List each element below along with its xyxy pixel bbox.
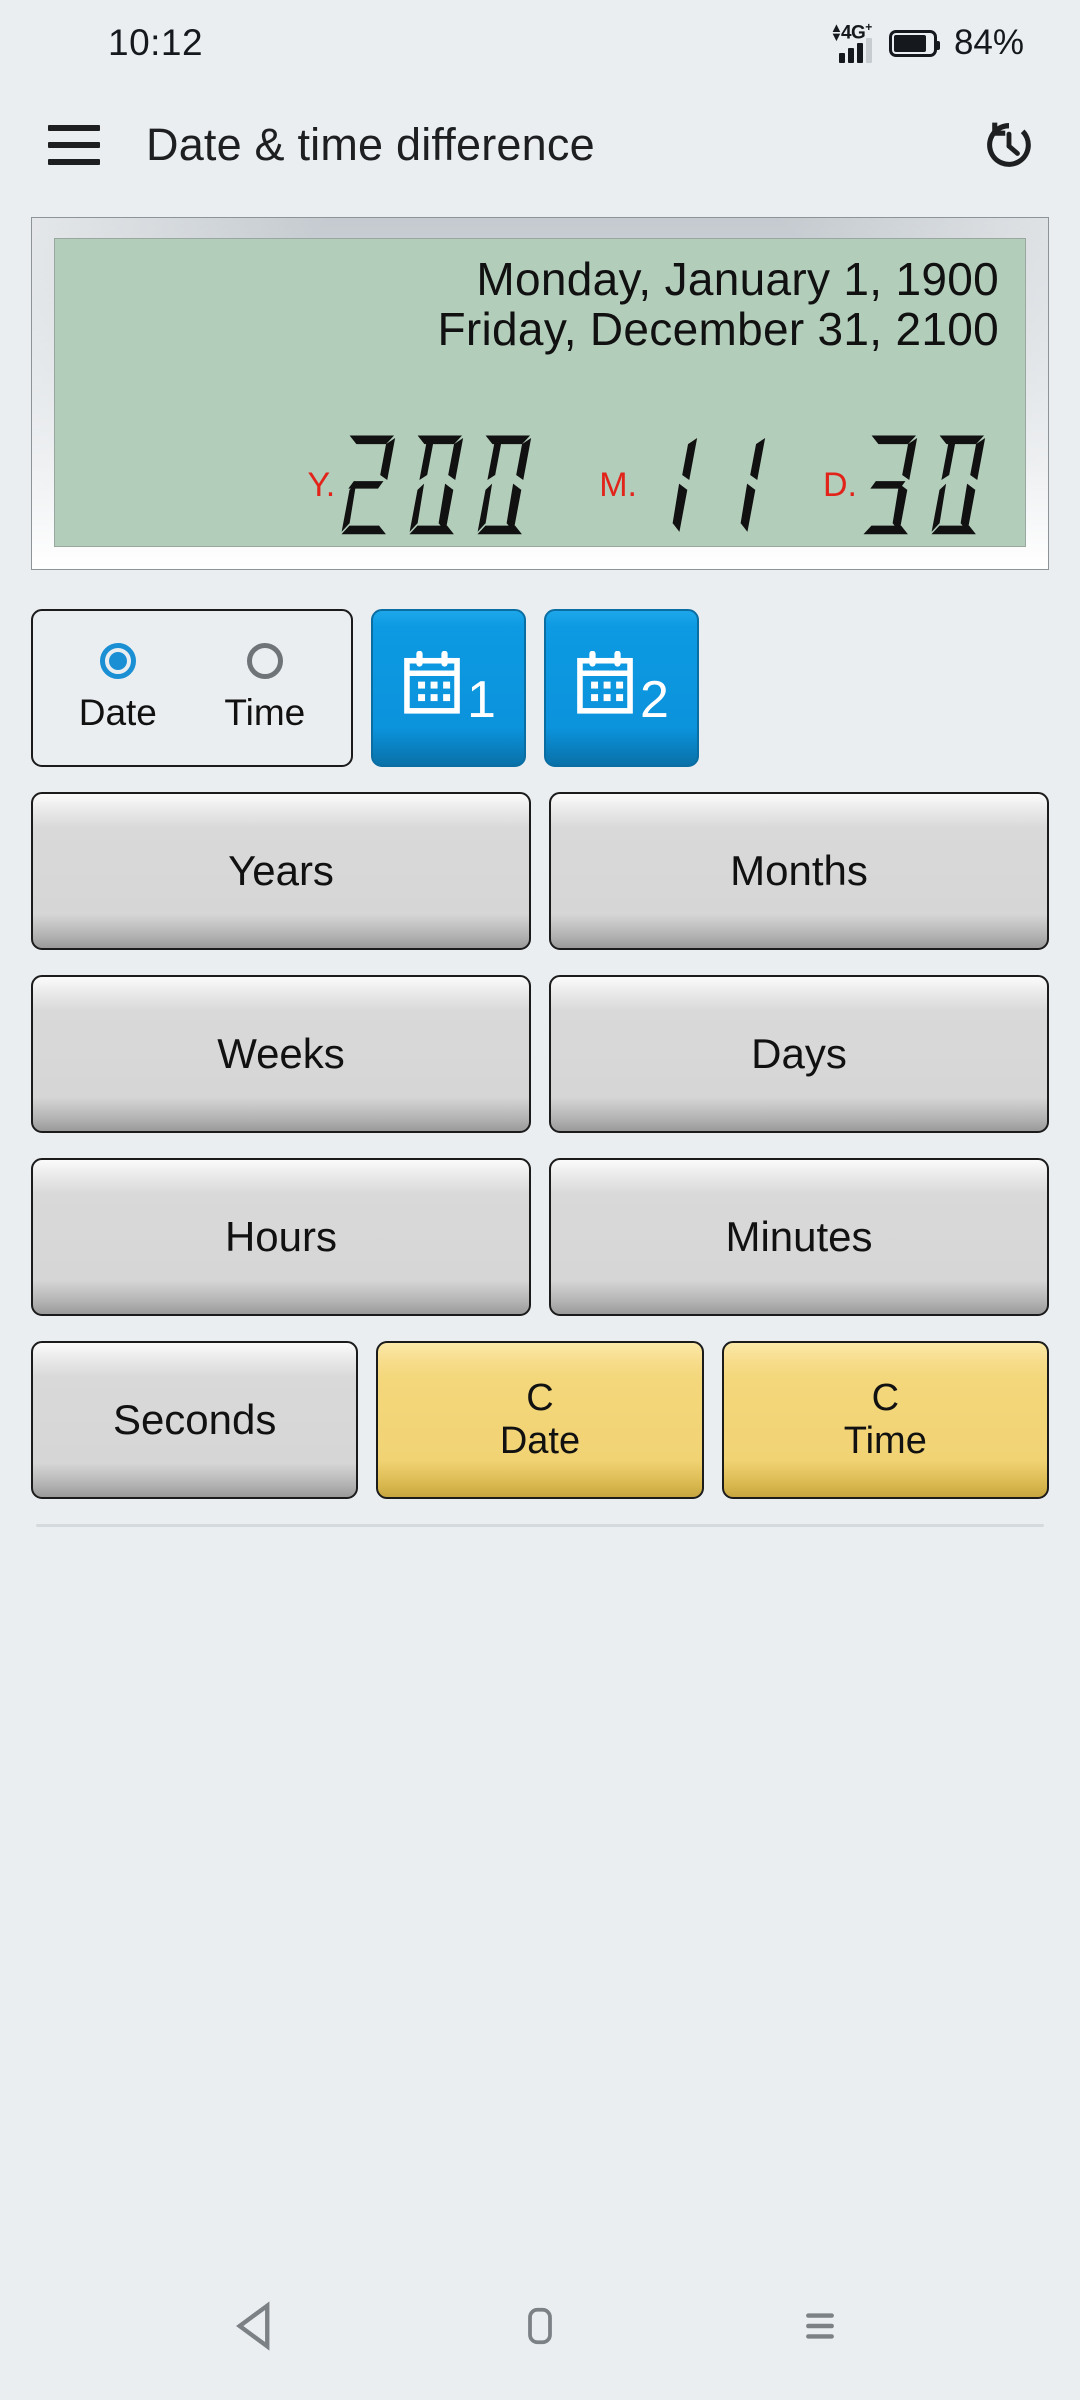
keypad-row-3: Hours Minutes (31, 1158, 1049, 1316)
clear-date-button[interactable]: C Date (376, 1341, 704, 1499)
battery-icon (888, 29, 940, 57)
status-bar: 10:12 ▲ ▼ 4G+ 84% (0, 0, 1080, 86)
unit-button-years[interactable]: Years (31, 792, 531, 950)
unit-button-months[interactable]: Months (549, 792, 1049, 950)
mode-option-date[interactable]: Date (78, 642, 157, 734)
date-picker-1-number: 1 (467, 671, 496, 730)
clear-time-line2: Time (843, 1420, 927, 1462)
lcd-days-group: D. (823, 433, 999, 538)
lcd-months-value (643, 433, 779, 538)
lcd-days-value (863, 433, 999, 538)
status-bar-clock: 10:12 (108, 22, 204, 63)
content-divider (36, 1524, 1044, 1527)
unit-button-minutes[interactable]: Minutes (549, 1158, 1049, 1316)
lcd-years-value (341, 433, 545, 538)
hamburger-menu-icon[interactable] (48, 125, 100, 165)
page-title: Date & time difference (146, 119, 595, 170)
lcd-years-group: Y. (307, 433, 545, 538)
lcd-days-label: D. (823, 466, 857, 504)
lcd-display-screen: Monday, January 1, 1900 Friday, December… (54, 238, 1026, 547)
recents-lines-icon[interactable] (775, 2281, 865, 2371)
calendar-icon (574, 650, 636, 725)
lcd-date-from: Monday, January 1, 1900 (476, 253, 999, 305)
keypad: Date Time 1 2 Years Months Weeks Days Ho… (31, 609, 1049, 1499)
app-bar: Date & time difference (0, 86, 1080, 204)
date-picker-2-number: 2 (640, 671, 669, 730)
signal-indicator: ▲ ▼ 4G+ (830, 20, 872, 63)
keypad-row-4: Seconds C Date C Time (31, 1341, 1049, 1499)
lcd-display-bezel: Monday, January 1, 1900 Friday, December… (31, 217, 1049, 570)
network-type-label: 4G+ (840, 20, 872, 44)
back-triangle-icon[interactable] (215, 2281, 305, 2371)
clear-date-line1: C (526, 1377, 554, 1420)
clear-time-line1: C (871, 1377, 900, 1420)
home-square-icon[interactable] (495, 2281, 585, 2371)
keypad-row-mode: Date Time 1 2 (31, 609, 1049, 767)
unit-button-weeks[interactable]: Weeks (31, 975, 531, 1133)
mode-option-time[interactable]: Time (224, 642, 306, 734)
lcd-difference-row: Y. M. D. (81, 433, 999, 538)
date-picker-1-button[interactable]: 1 (371, 609, 526, 767)
unit-button-days[interactable]: Days (549, 975, 1049, 1133)
radio-selected-icon[interactable] (99, 642, 136, 679)
clear-date-line2: Date (499, 1420, 581, 1462)
system-navigation-bar (0, 2252, 1080, 2400)
clear-time-button[interactable]: C Time (721, 1341, 1049, 1499)
mode-option-date-label: Date (78, 691, 157, 733)
history-icon[interactable] (980, 116, 1038, 174)
mode-option-time-label: Time (224, 691, 306, 733)
keypad-row-1: Years Months (31, 792, 1049, 950)
mode-selector[interactable]: Date Time (31, 609, 353, 767)
status-bar-indicators: ▲ ▼ 4G+ 84% (830, 20, 1024, 63)
date-picker-2-button[interactable]: 2 (544, 609, 699, 767)
battery-percent-label: 84% (953, 23, 1024, 62)
unit-button-seconds[interactable]: Seconds (31, 1341, 359, 1499)
lcd-months-group: M. (599, 433, 779, 538)
lcd-date-to: Friday, December 31, 2100 (437, 302, 999, 355)
keypad-row-2: Weeks Days (31, 975, 1049, 1133)
calendar-icon (401, 650, 463, 725)
unit-button-hours[interactable]: Hours (31, 1158, 531, 1316)
radio-unselected-icon[interactable] (246, 642, 283, 679)
lcd-months-label: M. (599, 466, 637, 504)
lcd-years-label: Y. (307, 466, 336, 504)
